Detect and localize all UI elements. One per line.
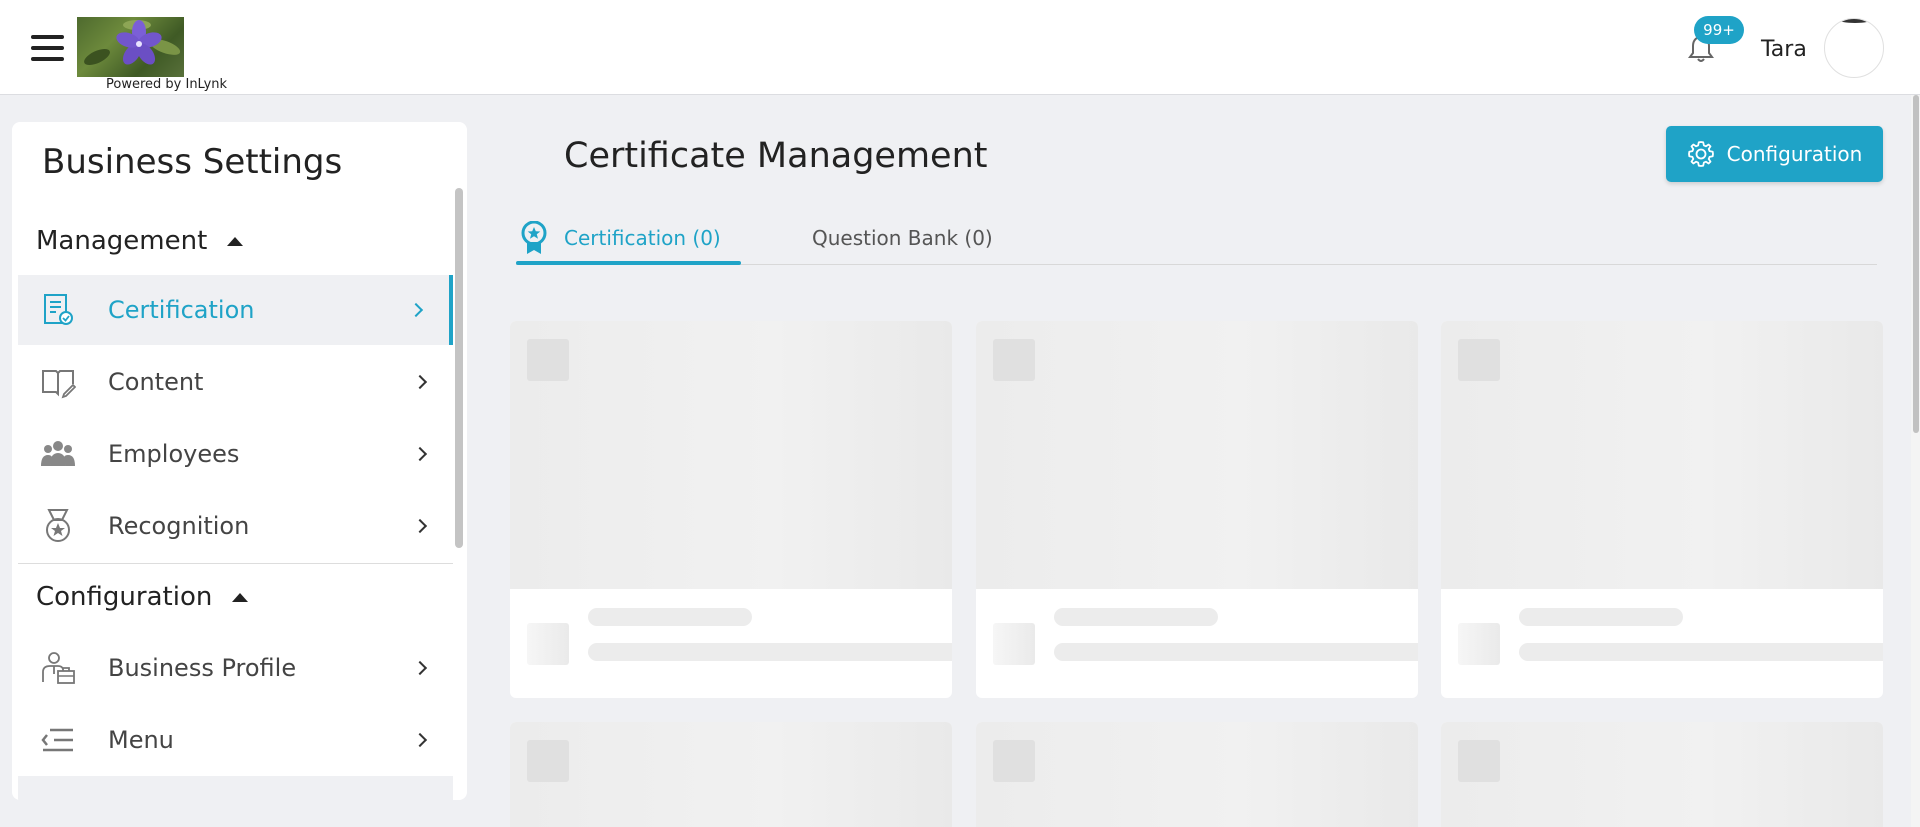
skeleton-card	[1441, 722, 1883, 827]
sidebar-item-label: Recognition	[108, 512, 250, 540]
configuration-button-label: Configuration	[1726, 142, 1863, 166]
notification-count-badge[interactable]: 99+	[1694, 16, 1744, 44]
sidebar-scrollbar[interactable]	[455, 188, 463, 548]
chevron-right-icon	[412, 518, 428, 534]
tab-question-bank[interactable]: Question Bank (0)	[812, 212, 993, 264]
gear-icon	[1687, 141, 1714, 167]
page-scrollbar-thumb[interactable]	[1913, 95, 1919, 433]
sidebar-item-menu[interactable]: Menu	[18, 705, 453, 775]
section-label: Management	[36, 226, 208, 256]
company-logo[interactable]	[77, 17, 184, 77]
chevron-right-icon	[412, 660, 428, 676]
caret-up-icon	[232, 592, 249, 602]
ribbon-badge-icon	[521, 221, 547, 254]
sidebar-item-label: Menu	[108, 726, 174, 754]
section-divider	[18, 563, 453, 564]
book-edit-icon	[42, 370, 76, 399]
page-scrollbar[interactable]	[1911, 95, 1920, 827]
sidebar-item-content[interactable]: Content	[18, 347, 453, 417]
section-toggle-management[interactable]: Management	[36, 226, 244, 256]
sidebar-scroll-area: Management Certification Content Employe…	[12, 188, 459, 798]
settings-sidebar: Business Settings Management Certificati…	[12, 122, 467, 800]
active-tab-indicator	[516, 261, 741, 265]
chevron-right-icon	[412, 374, 428, 390]
business-person-icon	[42, 652, 75, 684]
sidebar-item-label: Business Profile	[108, 654, 297, 682]
medal-icon	[46, 509, 70, 542]
avatar[interactable]	[1824, 18, 1884, 78]
skeleton-card	[976, 722, 1418, 827]
sidebar-item-recognition[interactable]: Recognition	[18, 491, 453, 561]
tab-label: Question Bank (0)	[812, 226, 993, 250]
sidebar-next-item-placeholder	[18, 776, 453, 800]
page-title: Certificate Management	[564, 136, 988, 176]
people-group-icon	[41, 441, 75, 466]
sidebar-item-label: Employees	[108, 440, 240, 468]
hamburger-menu-icon[interactable]	[31, 35, 64, 61]
caret-up-icon	[227, 236, 244, 246]
sidebar-item-label: Certification	[108, 296, 255, 324]
sidebar-title: Business Settings	[42, 142, 343, 182]
sidebar-item-certification[interactable]: Certification	[18, 275, 453, 345]
chevron-right-icon	[412, 732, 428, 748]
menu-lines-icon	[41, 728, 73, 752]
section-label: Configuration	[36, 582, 213, 612]
tab-certification[interactable]: Certification (0)	[520, 212, 721, 264]
chevron-right-icon	[412, 446, 428, 462]
skeleton-card	[510, 321, 952, 698]
skeleton-card	[1441, 321, 1883, 698]
chevron-right-icon	[408, 302, 424, 318]
configuration-button[interactable]: Configuration	[1666, 126, 1883, 182]
skeleton-card	[510, 722, 952, 827]
section-toggle-configuration[interactable]: Configuration	[36, 582, 249, 612]
user-name[interactable]: Tara	[1761, 37, 1807, 62]
skeleton-card	[976, 321, 1418, 698]
tab-label: Certification (0)	[564, 226, 721, 250]
top-header: Powered by InLynk 99+ Tara	[0, 0, 1920, 95]
sidebar-item-label: Content	[108, 368, 204, 396]
certificate-icon	[44, 294, 73, 325]
sidebar-item-employees[interactable]: Employees	[18, 419, 453, 489]
powered-by-caption: Powered by InLynk	[106, 77, 228, 92]
sidebar-item-business-profile[interactable]: Business Profile	[18, 633, 453, 703]
